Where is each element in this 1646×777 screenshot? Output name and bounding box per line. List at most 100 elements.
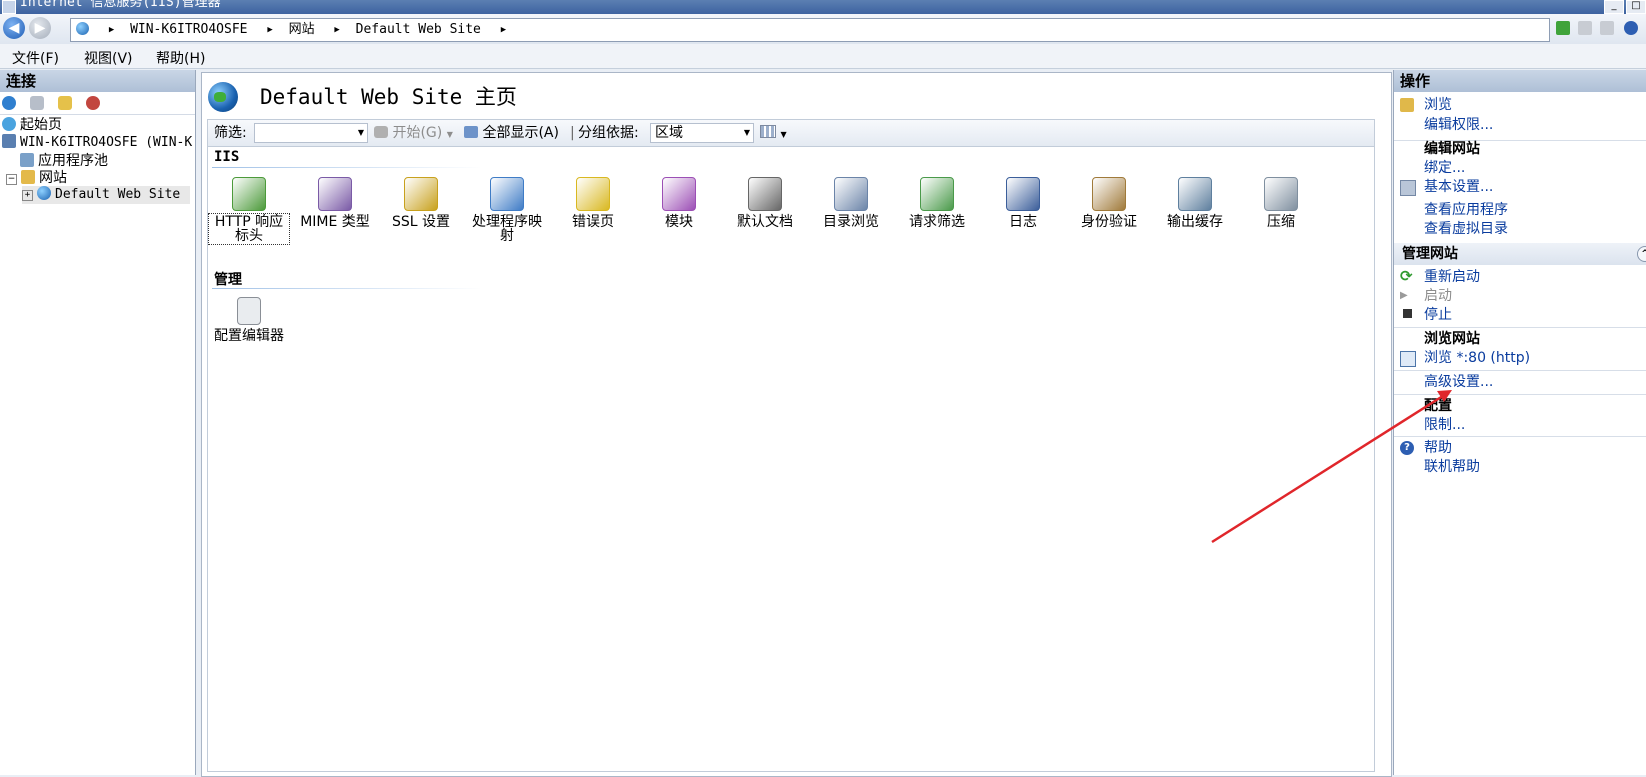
sites-folder-icon: [21, 170, 35, 184]
feature-label-line: 默认文档: [737, 214, 793, 230]
tree-app-pools[interactable]: 应用程序池: [20, 152, 108, 170]
feature-label: 处理程序映射: [468, 215, 546, 243]
collapse-section-icon[interactable]: ^: [1637, 246, 1646, 262]
back-button[interactable]: ◀: [3, 17, 25, 39]
breadcrumb-arrow-icon: ▶: [108, 25, 115, 35]
collapse-icon[interactable]: −: [6, 174, 17, 185]
start-link[interactable]: 启动: [1424, 287, 1452, 305]
breadcrumb-default-site[interactable]: Default Web Site: [356, 19, 481, 41]
directory-browsing-icon: [834, 177, 868, 211]
menu-view[interactable]: 视图(V): [84, 48, 133, 68]
feature-config-editor[interactable]: 配置编辑器: [210, 297, 288, 343]
stop-icon[interactable]: [1578, 21, 1592, 35]
browse-80-link[interactable]: 浏览 *:80 (http): [1424, 349, 1530, 367]
feature-label-line: 目录浏览: [823, 214, 879, 230]
feature-handler-mappings[interactable]: 处理程序映射: [468, 177, 546, 243]
menu-help[interactable]: 帮助(H): [156, 48, 205, 68]
menu-file[interactable]: 文件(F): [12, 48, 59, 68]
feature-logging[interactable]: 日志: [984, 177, 1062, 229]
error-pages-icon: [576, 177, 610, 211]
help-icon[interactable]: [1624, 21, 1638, 35]
feature-output-caching[interactable]: 输出缓存: [1156, 177, 1234, 229]
feature-label: 日志: [984, 215, 1062, 229]
filter-start-button[interactable]: 开始(G) ▼: [374, 120, 453, 148]
disconnect-icon[interactable]: [86, 96, 100, 110]
feature-authentication[interactable]: 身份验证: [1070, 177, 1148, 229]
feature-label: 目录浏览: [812, 215, 890, 229]
forward-button[interactable]: ▶: [29, 17, 51, 39]
restart-link[interactable]: 重新启动: [1424, 268, 1480, 286]
filter-input[interactable]: ▼: [254, 123, 368, 143]
chevron-down-icon[interactable]: ▼: [355, 124, 367, 142]
explore-link[interactable]: 浏览: [1424, 96, 1452, 114]
app-pool-icon: [20, 153, 34, 167]
filter-label: 筛选:: [214, 125, 247, 141]
breadcrumb-sites[interactable]: 网站: [289, 19, 315, 41]
feature-label: SSL 设置: [382, 215, 460, 229]
view-switcher-button[interactable]: ▼: [760, 120, 787, 148]
feature-label-line: MIME 类型: [300, 214, 370, 230]
feature-label: 错误页: [554, 215, 632, 229]
handler-mappings-icon: [490, 177, 524, 211]
feature-mime-types[interactable]: MIME 类型: [296, 177, 374, 229]
edit-permissions-link[interactable]: 编辑权限...: [1424, 116, 1493, 134]
basic-settings-link[interactable]: 基本设置...: [1424, 178, 1493, 196]
online-help-link[interactable]: 联机帮助: [1424, 458, 1480, 476]
menu-bar: 文件(F) 视图(V) 帮助(H): [0, 44, 1646, 69]
configuration-editor-icon: [237, 297, 261, 325]
view-virtual-dirs-link[interactable]: 查看虚拟目录: [1424, 220, 1508, 238]
minimize-icon[interactable]: _: [1604, 0, 1624, 14]
browse-site-header: 浏览网站: [1424, 331, 1480, 347]
tree-sites[interactable]: − 网站: [6, 169, 67, 187]
chevron-down-icon[interactable]: ▼: [741, 124, 753, 142]
feature-request-filtering[interactable]: 请求筛选: [898, 177, 976, 229]
help-icon: ?: [1400, 441, 1414, 455]
refresh-icon[interactable]: [1556, 21, 1570, 35]
feature-label-line: 模块: [665, 214, 693, 230]
feature-error-pages[interactable]: 错误页: [554, 177, 632, 229]
manage-site-header[interactable]: 管理网站 ^: [1394, 243, 1646, 265]
output-caching-icon: [1178, 177, 1212, 211]
feature-label-line: 输出缓存: [1167, 214, 1223, 230]
feature-modules[interactable]: 模块: [640, 177, 718, 229]
filter-toolbar: 筛选: ▼ 开始(G) ▼ 全部显示(A) | 分组依据: 区域 ▼ ▼: [207, 119, 1375, 147]
stop-link[interactable]: 停止: [1424, 306, 1452, 324]
start-page-icon: [2, 117, 16, 131]
edit-site-header: 编辑网站: [1424, 141, 1480, 157]
breadcrumb-arrow-icon: ▶: [500, 25, 507, 35]
breadcrumb-server[interactable]: WIN-K6ITRO4OSFE: [130, 19, 247, 41]
feature-lock[interactable]: SSL 设置: [382, 177, 460, 229]
up-folder-icon[interactable]: [58, 96, 72, 110]
feature-label-line: 标头: [235, 228, 263, 244]
feature-label-line: 日志: [1009, 214, 1037, 230]
group-header-manage: 管理: [214, 272, 242, 288]
tree-default-site[interactable]: + Default Web Site: [22, 186, 191, 204]
feature-label-line: 请求筛选: [909, 214, 965, 230]
maximize-icon[interactable]: □: [1626, 0, 1646, 14]
tree-server[interactable]: WIN-K6ITRO4OSFE (WIN-K: [2, 134, 195, 152]
tree-start-page[interactable]: 起始页: [2, 116, 62, 134]
stop-icon: [1403, 309, 1412, 318]
modules-icon: [662, 177, 696, 211]
connect-icon[interactable]: [2, 96, 16, 110]
mime-types-icon: [318, 177, 352, 211]
show-all-button[interactable]: 全部显示(A): [464, 120, 559, 146]
view-applications-link[interactable]: 查看应用程序: [1424, 201, 1508, 219]
feature-http-headers[interactable]: HTTP 响应 标头: [208, 177, 290, 245]
group-header-iis: IIS: [214, 149, 240, 165]
feature-default-document[interactable]: 默认文档: [726, 177, 804, 229]
limits-link[interactable]: 限制...: [1424, 416, 1465, 434]
feature-label: 默认文档: [726, 215, 804, 229]
address-bar[interactable]: ▶ WIN-K6ITRO4OSFE ▶ 网站 ▶ Default Web Sit…: [70, 18, 1550, 42]
actions-divider: [1394, 370, 1646, 371]
feature-compression[interactable]: 压缩: [1242, 177, 1320, 229]
feature-directory-browsing[interactable]: 目录浏览: [812, 177, 890, 229]
group-by-select[interactable]: 区域 ▼: [650, 123, 754, 143]
bindings-link[interactable]: 绑定...: [1424, 159, 1465, 177]
http-headers-icon: [232, 177, 266, 211]
help-link[interactable]: 帮助: [1424, 439, 1452, 457]
save-icon[interactable]: [30, 96, 44, 110]
home-icon[interactable]: [1600, 21, 1614, 35]
expand-icon[interactable]: +: [22, 190, 33, 201]
advanced-settings-link[interactable]: 高级设置...: [1424, 373, 1493, 391]
